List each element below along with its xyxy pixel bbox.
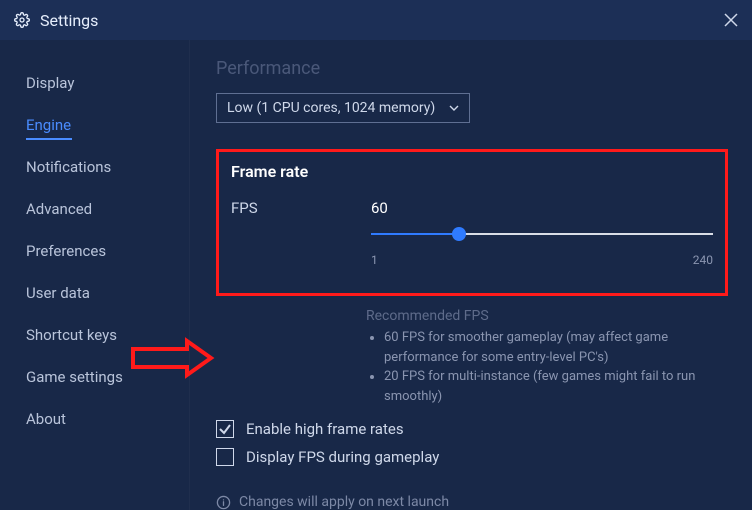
restart-note-text: Changes will apply on next launch — [239, 494, 449, 510]
fps-max: 240 — [693, 253, 713, 267]
performance-heading: Performance — [216, 58, 728, 79]
enable-high-frame-rates-checkbox[interactable] — [216, 420, 234, 438]
body: Display Engine Notifications Advanced Pr… — [0, 40, 752, 510]
frame-rate-title: Frame rate — [231, 162, 713, 181]
display-fps-row: Display FPS during gameplay — [216, 448, 728, 466]
dropdown-value: Low (1 CPU cores, 1024 memory) — [227, 100, 435, 116]
chevron-down-icon — [449, 105, 459, 111]
fps-slider[interactable] — [371, 225, 713, 243]
display-fps-label: Display FPS during gameplay — [246, 448, 439, 466]
enable-high-frame-rates-label: Enable high frame rates — [246, 420, 404, 438]
fps-label: FPS — [231, 199, 371, 217]
sidebar-item-engine[interactable]: Engine — [0, 104, 189, 146]
display-fps-checkbox[interactable] — [216, 448, 234, 466]
sidebar-item-game-settings[interactable]: Game settings — [0, 356, 189, 398]
info-icon — [216, 495, 231, 510]
enable-high-frame-rates-row: Enable high frame rates — [216, 420, 728, 438]
titlebar: Settings — [0, 0, 752, 40]
sidebar-item-preferences[interactable]: Preferences — [0, 230, 189, 272]
sidebar: Display Engine Notifications Advanced Pr… — [0, 40, 190, 510]
sidebar-item-user-data[interactable]: User data — [0, 272, 189, 314]
gear-icon — [14, 12, 30, 28]
fps-value: 60 — [371, 199, 713, 217]
recommended-fps: Recommended FPS 60 FPS for smoother game… — [366, 308, 728, 406]
content: Performance Low (1 CPU cores, 1024 memor… — [190, 40, 752, 510]
fps-min: 1 — [371, 253, 378, 267]
sidebar-item-about[interactable]: About — [0, 398, 189, 440]
check-icon — [218, 422, 232, 436]
frame-rate-section: Frame rate FPS 60 1 240 — [216, 149, 728, 296]
performance-dropdown[interactable]: Low (1 CPU cores, 1024 memory) — [216, 93, 470, 123]
settings-window: Settings Display Engine Notifications Ad… — [0, 0, 752, 510]
recommended-item: 60 FPS for smoother gameplay (may affect… — [384, 328, 728, 367]
sidebar-item-notifications[interactable]: Notifications — [0, 146, 189, 188]
close-button[interactable] — [724, 10, 738, 30]
sidebar-item-display[interactable]: Display — [0, 62, 189, 104]
sidebar-item-shortcut-keys[interactable]: Shortcut keys — [0, 314, 189, 356]
restart-note: Changes will apply on next launch — [216, 494, 728, 510]
title-text: Settings — [40, 11, 98, 30]
sidebar-item-advanced[interactable]: Advanced — [0, 188, 189, 230]
recommended-item: 20 FPS for multi-instance (few games mig… — [384, 367, 728, 406]
close-icon — [724, 13, 738, 27]
recommended-title: Recommended FPS — [366, 308, 728, 324]
